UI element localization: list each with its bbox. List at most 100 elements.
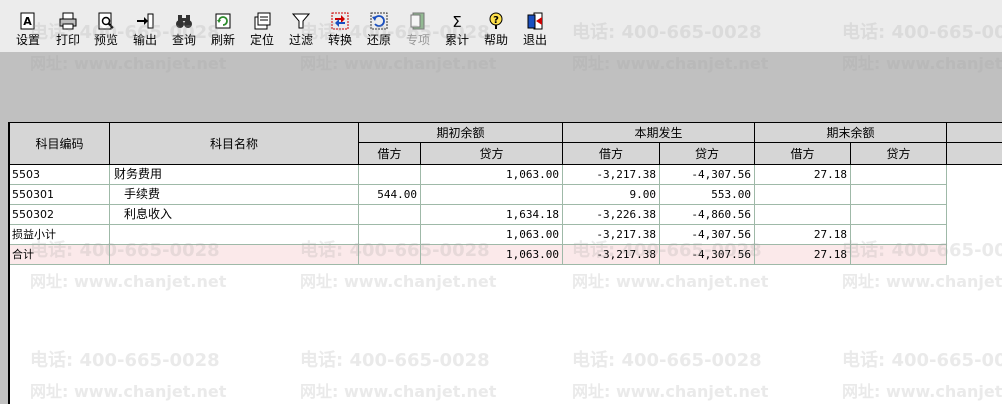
binoculars-icon: [176, 15, 192, 28]
toolbar-button-label: 退出: [522, 33, 547, 47]
refresh-icon: [215, 13, 231, 29]
header-close-credit: 贷方: [851, 143, 947, 165]
toolbar-button-label: 设置: [15, 33, 40, 47]
cell-open-credit: 1,063.00: [421, 165, 563, 185]
svg-text:A: A: [23, 15, 32, 28]
toolbar-button-label: 打印: [55, 33, 80, 47]
cell-code: 550302: [10, 205, 110, 225]
toolbar-button-label: 查询: [171, 33, 196, 47]
header-period-debit: 借方: [563, 143, 660, 165]
toolbar-button-binoculars[interactable]: 查询: [166, 12, 202, 50]
special-icon: [410, 12, 425, 30]
cell-close-credit: [851, 225, 947, 245]
header-period-credit: 贷方: [660, 143, 755, 165]
watermark-url: 网址: www.chanjet.net: [572, 382, 769, 401]
toolbar-button-label: 专项: [405, 33, 430, 47]
header-trailing-sub: [947, 143, 1002, 165]
cell-close-credit: [851, 185, 947, 205]
toolbar-button-help[interactable]: ? 帮助: [478, 12, 514, 50]
cell-close-credit: [851, 245, 947, 265]
locate-icon: [254, 12, 271, 30]
cell-close-debit: 27.18: [755, 225, 851, 245]
toolbar-button-label: 还原: [366, 33, 391, 47]
cell-per-debit: 9.00: [563, 185, 660, 205]
cell-open-credit: 1,063.00: [421, 245, 563, 265]
toolbar-button-label: 转换: [327, 33, 352, 47]
cell-per-credit: -4,307.56: [660, 245, 755, 265]
toolbar-button-export[interactable]: 输出: [127, 12, 163, 50]
cell-per-credit: -4,860.56: [660, 205, 755, 225]
svg-text:?: ?: [493, 15, 499, 26]
toolbar-button-label: 预览: [93, 33, 118, 47]
cell-code: 损益小计: [10, 225, 110, 245]
setup-icon: A: [20, 12, 35, 30]
cell-name: 利息收入: [110, 205, 359, 225]
cell-per-credit: 553.00: [660, 185, 755, 205]
watermark-url: 网址: www.chanjet.net: [300, 382, 497, 401]
toolbar-button-special: 专项: [400, 12, 436, 50]
cell-close-credit: [851, 205, 947, 225]
watermark-url: 网址: www.chanjet.net: [300, 272, 497, 291]
cell-close-debit: [755, 205, 851, 225]
toolbar-button-printer[interactable]: 打印: [50, 12, 86, 50]
sigma-icon: Σ: [452, 13, 461, 30]
cell-name: 手续费: [110, 185, 359, 205]
header-closing: 期末余额: [755, 122, 947, 143]
cell-name: 财务费用: [110, 165, 359, 185]
cell-open-debit: [359, 205, 421, 225]
help-icon: ?: [489, 12, 503, 29]
cell-per-debit: -3,217.38: [563, 165, 660, 185]
export-icon: [137, 13, 154, 29]
svg-text:Σ: Σ: [452, 13, 461, 30]
toolbar-button-label: 定位: [249, 33, 274, 47]
convert-icon: [331, 12, 349, 30]
toolbar-button-label: 帮助: [483, 33, 508, 47]
toolbar-button-label: 累计: [444, 33, 469, 47]
toolbar-button-restore[interactable]: 还原: [361, 12, 397, 50]
cell-open-credit: [421, 185, 563, 205]
restore-icon: [370, 12, 388, 30]
toolbar-button-label: 输出: [132, 33, 157, 47]
watermark-phone: 电话: 400-665-0028: [300, 350, 490, 371]
cell-open-credit: 1,634.18: [421, 205, 563, 225]
toolbar-button-label: 刷新: [210, 33, 235, 47]
watermark-phone: 电话: 400-665-0028: [30, 350, 220, 371]
cell-per-debit: -3,217.38: [563, 225, 660, 245]
toolbar-button-refresh[interactable]: 刷新: [205, 12, 241, 50]
header-code: 科目编码: [10, 122, 110, 165]
exit-icon: [527, 12, 543, 30]
cell-open-debit: [359, 165, 421, 185]
watermark-url: 网址: www.chanjet.net: [30, 382, 227, 401]
header-open-credit: 贷方: [421, 143, 563, 165]
header-opening: 期初余额: [359, 122, 563, 143]
header-trailing: [947, 122, 1002, 143]
toolbar-button-locate[interactable]: 定位: [244, 12, 280, 50]
cell-code: 5503: [10, 165, 110, 185]
toolbar-button-setup[interactable]: A 设置: [10, 12, 46, 50]
cell-per-debit: -3,217.38: [563, 245, 660, 265]
toolbar-button-filter[interactable]: 过滤: [283, 12, 319, 50]
header-close-debit: 借方: [755, 143, 851, 165]
toolbar-button-label: 过滤: [288, 33, 313, 47]
cell-code: 合计: [10, 245, 110, 265]
cell-per-debit: -3,226.38: [563, 205, 660, 225]
cell-close-debit: 27.18: [755, 165, 851, 185]
toolbar-button-convert[interactable]: 转换: [322, 12, 358, 50]
cell-close-debit: 27.18: [755, 245, 851, 265]
filter-icon: [292, 13, 310, 29]
toolbar-button-preview[interactable]: 预览: [88, 12, 124, 50]
header-open-debit: 借方: [359, 143, 421, 165]
toolbar-button-exit[interactable]: 退出: [517, 12, 553, 50]
watermark-url: 网址: www.chanjet.net: [842, 382, 1002, 401]
printer-icon: [59, 12, 77, 30]
left-margin: [0, 52, 8, 404]
toolbar-button-sigma[interactable]: Σ 累计: [439, 12, 475, 50]
watermark-url: 网址: www.chanjet.net: [572, 272, 769, 291]
cell-open-debit: [359, 225, 421, 245]
cell-per-credit: -4,307.56: [660, 165, 755, 185]
toolbar: A 设置 打印 预览 输出 查询 刷新 定位 过滤 转换 还原 专项 Σ 累计? 帮助 退出: [0, 0, 1002, 52]
watermark-url: 网址: www.chanjet.net: [30, 272, 227, 291]
header-name: 科目名称: [110, 122, 359, 165]
cell-close-credit: [851, 165, 947, 185]
cell-per-credit: -4,307.56: [660, 225, 755, 245]
